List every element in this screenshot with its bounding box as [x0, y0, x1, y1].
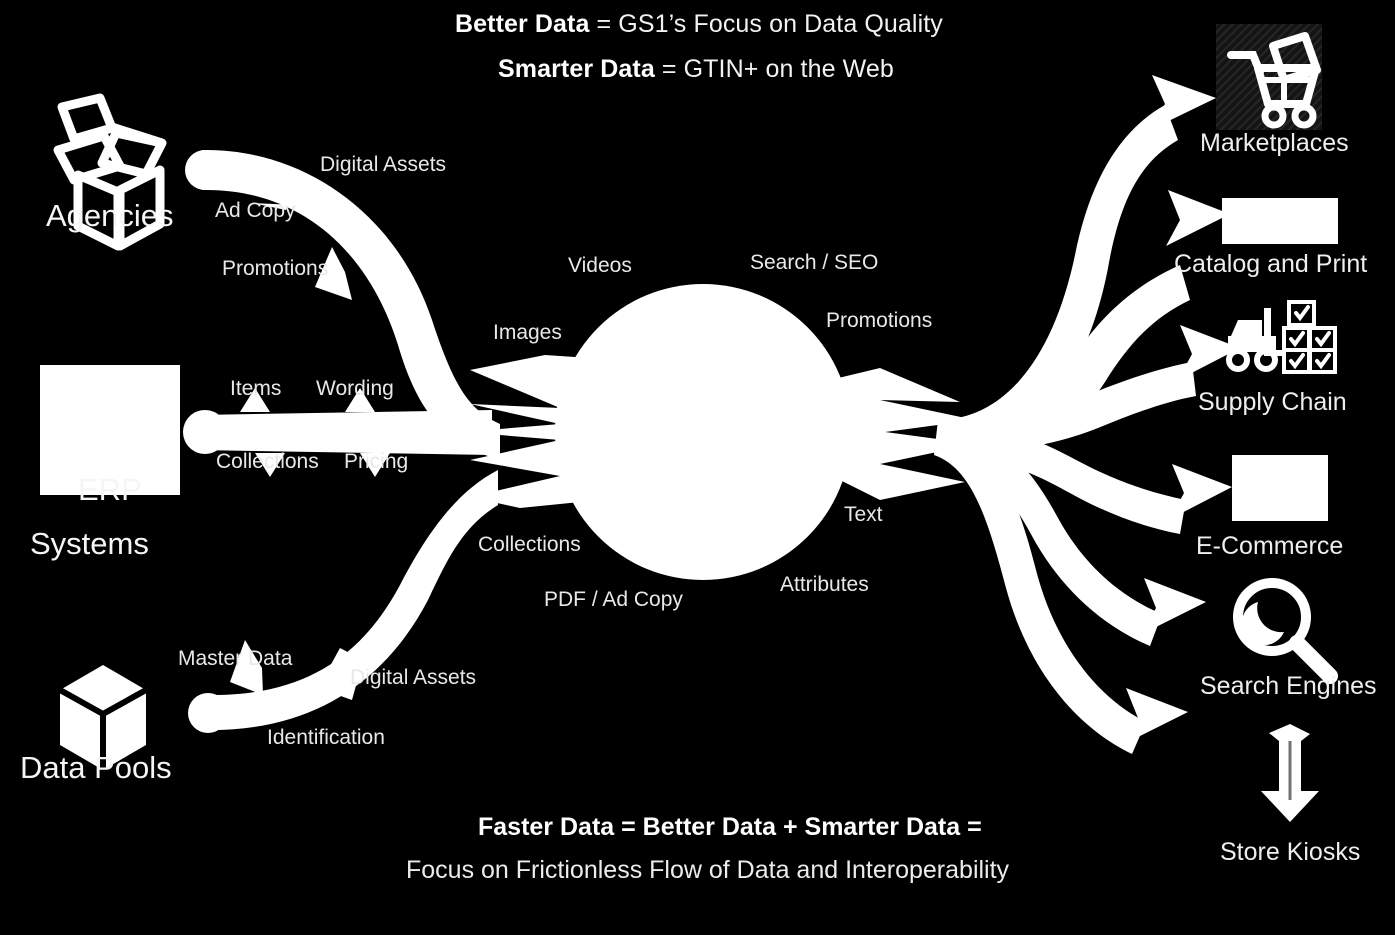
arrowhead-searchengines: [1142, 578, 1206, 634]
source-title-datapools: Data Pools: [20, 750, 172, 785]
footer-line-1: Faster Data = Better Data + Smarter Data…: [478, 813, 982, 841]
catalog-placeholder-icon: [1222, 198, 1338, 244]
forklift-pallet-icon: [1226, 300, 1337, 374]
magnifier-icon: [1233, 578, 1338, 684]
flow-label-erp-items: Items: [230, 377, 282, 400]
flow-label-erp-pricing: Pricing: [344, 450, 409, 473]
flow-arrows-layer: [40, 24, 1338, 822]
hub-label-pdf-ad-copy: PDF / Ad Copy: [544, 588, 683, 611]
dest-title-store-kiosks: Store Kiosks: [1220, 838, 1361, 866]
dest-title-ecommerce: E-Commerce: [1196, 532, 1344, 560]
arrowhead-catalog: [1166, 190, 1230, 246]
dest-title-supply-chain: Supply Chain: [1198, 388, 1347, 416]
headline-line-2-bold: Smarter Data: [498, 55, 655, 83]
ecommerce-placeholder-icon: [1232, 455, 1328, 521]
dest-title-catalog-and-print: Catalog and Print: [1174, 250, 1368, 278]
down-arrow-icon: [1261, 724, 1319, 822]
erp-flow-origin-cap: [183, 410, 227, 454]
arrowhead-marketplaces: [1150, 75, 1216, 130]
flow-label-datapools-digital-assets: Digital Assets: [350, 666, 477, 689]
headline-line-1-rest: = GS1’s Focus on Data Quality: [589, 10, 943, 38]
flow-label-agencies-promotions: Promotions: [222, 257, 329, 280]
flow-label-agencies-digital-assets: Digital Assets: [320, 153, 447, 176]
headline-line-1-bold: Better Data: [455, 10, 590, 38]
datapools-flow-origin-cap: [188, 693, 228, 733]
hub-label-text: Text: [844, 503, 883, 526]
dest-title-marketplaces: Marketplaces: [1200, 129, 1349, 157]
diagram-canvas: Better Data = GS1’s Focus on Data Qualit…: [0, 0, 1395, 935]
headline-line-2-rest: = GTIN+ on the Web: [654, 55, 894, 83]
agencies-flow-origin-cap: [185, 150, 225, 190]
arrowhead-ecommerce: [1170, 464, 1232, 519]
flow-label-agencies-ad-copy: Ad Copy: [215, 199, 296, 222]
hub-label-collections: Collections: [478, 533, 581, 556]
footer-line-2: Focus on Frictionless Flow of Data and I…: [406, 856, 1010, 884]
erp-flow-band: [198, 410, 492, 455]
hub-label-search-seo: Search / SEO: [750, 251, 879, 274]
source-title-erp-systems: Systems: [30, 526, 149, 561]
source-title-erp: ERP: [78, 472, 142, 507]
source-title-agencies: Agencies: [46, 198, 174, 233]
hub-label-attributes: Attributes: [780, 573, 869, 596]
dest-title-search-engines: Search Engines: [1200, 672, 1377, 700]
hub-label-promotions: Promotions: [826, 309, 933, 332]
flow-label-datapools-master-data: Master Data: [178, 647, 293, 670]
flow-label-datapools-identification: Identification: [267, 726, 385, 749]
shopping-cart-icon: [1216, 24, 1322, 130]
hub-label-videos: Videos: [568, 254, 632, 277]
headline-line-1: Better Data = GS1’s Focus on Data Qualit…: [455, 12, 943, 37]
flow-label-erp-wording: Wording: [316, 377, 394, 400]
flow-label-erp-collections: Collections: [216, 450, 319, 473]
headline-line-2: Smarter Data = GTIN+ on the Web: [498, 57, 894, 82]
hub-label-images: Images: [493, 321, 562, 344]
